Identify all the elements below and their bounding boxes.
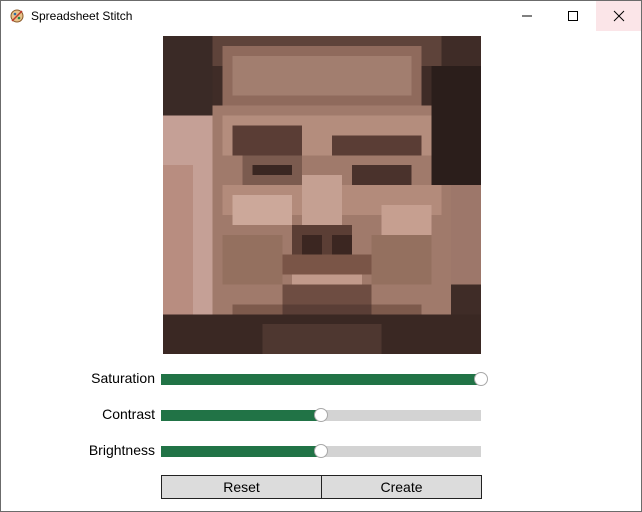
maximize-icon xyxy=(568,11,578,21)
saturation-thumb[interactable] xyxy=(474,372,488,386)
brightness-row: Brightness xyxy=(1,439,641,463)
app-icon xyxy=(9,8,25,24)
saturation-slider[interactable] xyxy=(161,372,488,386)
reset-button[interactable]: Reset xyxy=(161,475,322,499)
window-title: Spreadsheet Stitch xyxy=(31,9,133,23)
pixel-face-image xyxy=(163,36,481,354)
title-bar[interactable]: Spreadsheet Stitch xyxy=(1,1,641,31)
close-button[interactable] xyxy=(596,1,641,31)
minimize-button[interactable] xyxy=(504,1,550,31)
image-preview xyxy=(163,36,481,354)
maximize-button[interactable] xyxy=(550,1,596,31)
contrast-slider[interactable] xyxy=(161,408,481,422)
contrast-row: Contrast xyxy=(1,403,641,427)
minimize-icon xyxy=(522,15,532,17)
contrast-fill xyxy=(161,410,321,421)
saturation-fill xyxy=(161,374,481,385)
brightness-thumb[interactable] xyxy=(314,444,328,458)
brightness-label: Brightness xyxy=(88,442,155,458)
saturation-label: Saturation xyxy=(91,370,155,386)
app-window: Spreadsheet Stitch Saturation Contrast B… xyxy=(0,0,642,512)
brightness-fill xyxy=(161,446,321,457)
contrast-label: Contrast xyxy=(102,406,155,422)
brightness-slider[interactable] xyxy=(161,444,481,458)
contrast-thumb[interactable] xyxy=(314,408,328,422)
saturation-row: Saturation xyxy=(1,367,641,391)
close-icon xyxy=(613,10,625,22)
create-button[interactable]: Create xyxy=(321,475,482,499)
